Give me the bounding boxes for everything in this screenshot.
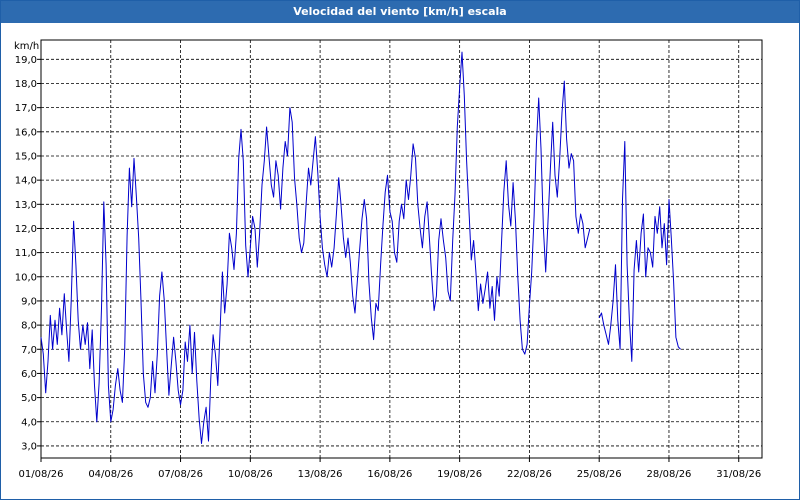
x-tick-label: 31/08/26 xyxy=(716,469,761,480)
series-line xyxy=(40,51,591,444)
x-axis: 01/08/26 04/08/26 07/08/26 10/08/26 13/08/26… xyxy=(19,458,761,480)
x-tick-label: 13/08/26 xyxy=(298,469,343,480)
y-axis: 3,0 4,0 5,0 6,0 7,0 8,0 9,0 10,0 11,0 12,0 13,0 14,… xyxy=(15,55,41,452)
y-tick-label: 15,0 xyxy=(15,151,37,162)
y-tick-label: 6,0 xyxy=(21,369,37,380)
y-tick-label: 18,0 xyxy=(15,79,37,90)
x-tick-label: 04/08/26 xyxy=(88,469,133,480)
y-tick-label: 5,0 xyxy=(21,393,37,404)
x-tick-label: 16/08/26 xyxy=(367,469,412,480)
y-tick-label: 8,0 xyxy=(21,321,37,332)
y-tick-label: 14,0 xyxy=(15,176,37,187)
y-tick-label: 7,0 xyxy=(21,345,37,356)
y-tick-label: 16,0 xyxy=(15,127,37,138)
x-tick-label: 25/08/26 xyxy=(577,469,622,480)
x-tick-label: 22/08/26 xyxy=(507,469,552,480)
series-line xyxy=(598,141,681,362)
y-tick-label: 13,0 xyxy=(15,200,37,211)
y-tick-label: 3,0 xyxy=(21,441,37,452)
y-tick-label: 4,0 xyxy=(21,417,37,428)
y-tick-label: 10,0 xyxy=(15,272,37,283)
y-tick-label: 12,0 xyxy=(15,224,37,235)
y-tick-label: 19,0 xyxy=(15,55,37,66)
x-tick-label: 01/08/26 xyxy=(19,469,64,480)
wind-speed-chart: 3,0 4,0 5,0 6,0 7,0 8,0 9,0 10,0 11,0 12,0 13,0 14,… xyxy=(14,39,763,480)
x-tick-label: 19/08/26 xyxy=(437,469,482,480)
series-lines xyxy=(40,51,681,444)
x-tick-label: 10/08/26 xyxy=(228,469,273,480)
y-axis-label: km/h xyxy=(14,41,39,52)
y-tick-label: 9,0 xyxy=(21,296,37,307)
y-tick-label: 17,0 xyxy=(15,103,37,114)
x-tick-label: 07/08/26 xyxy=(158,469,203,480)
x-tick-label: 28/08/26 xyxy=(647,469,692,480)
y-tick-label: 11,0 xyxy=(15,248,37,259)
